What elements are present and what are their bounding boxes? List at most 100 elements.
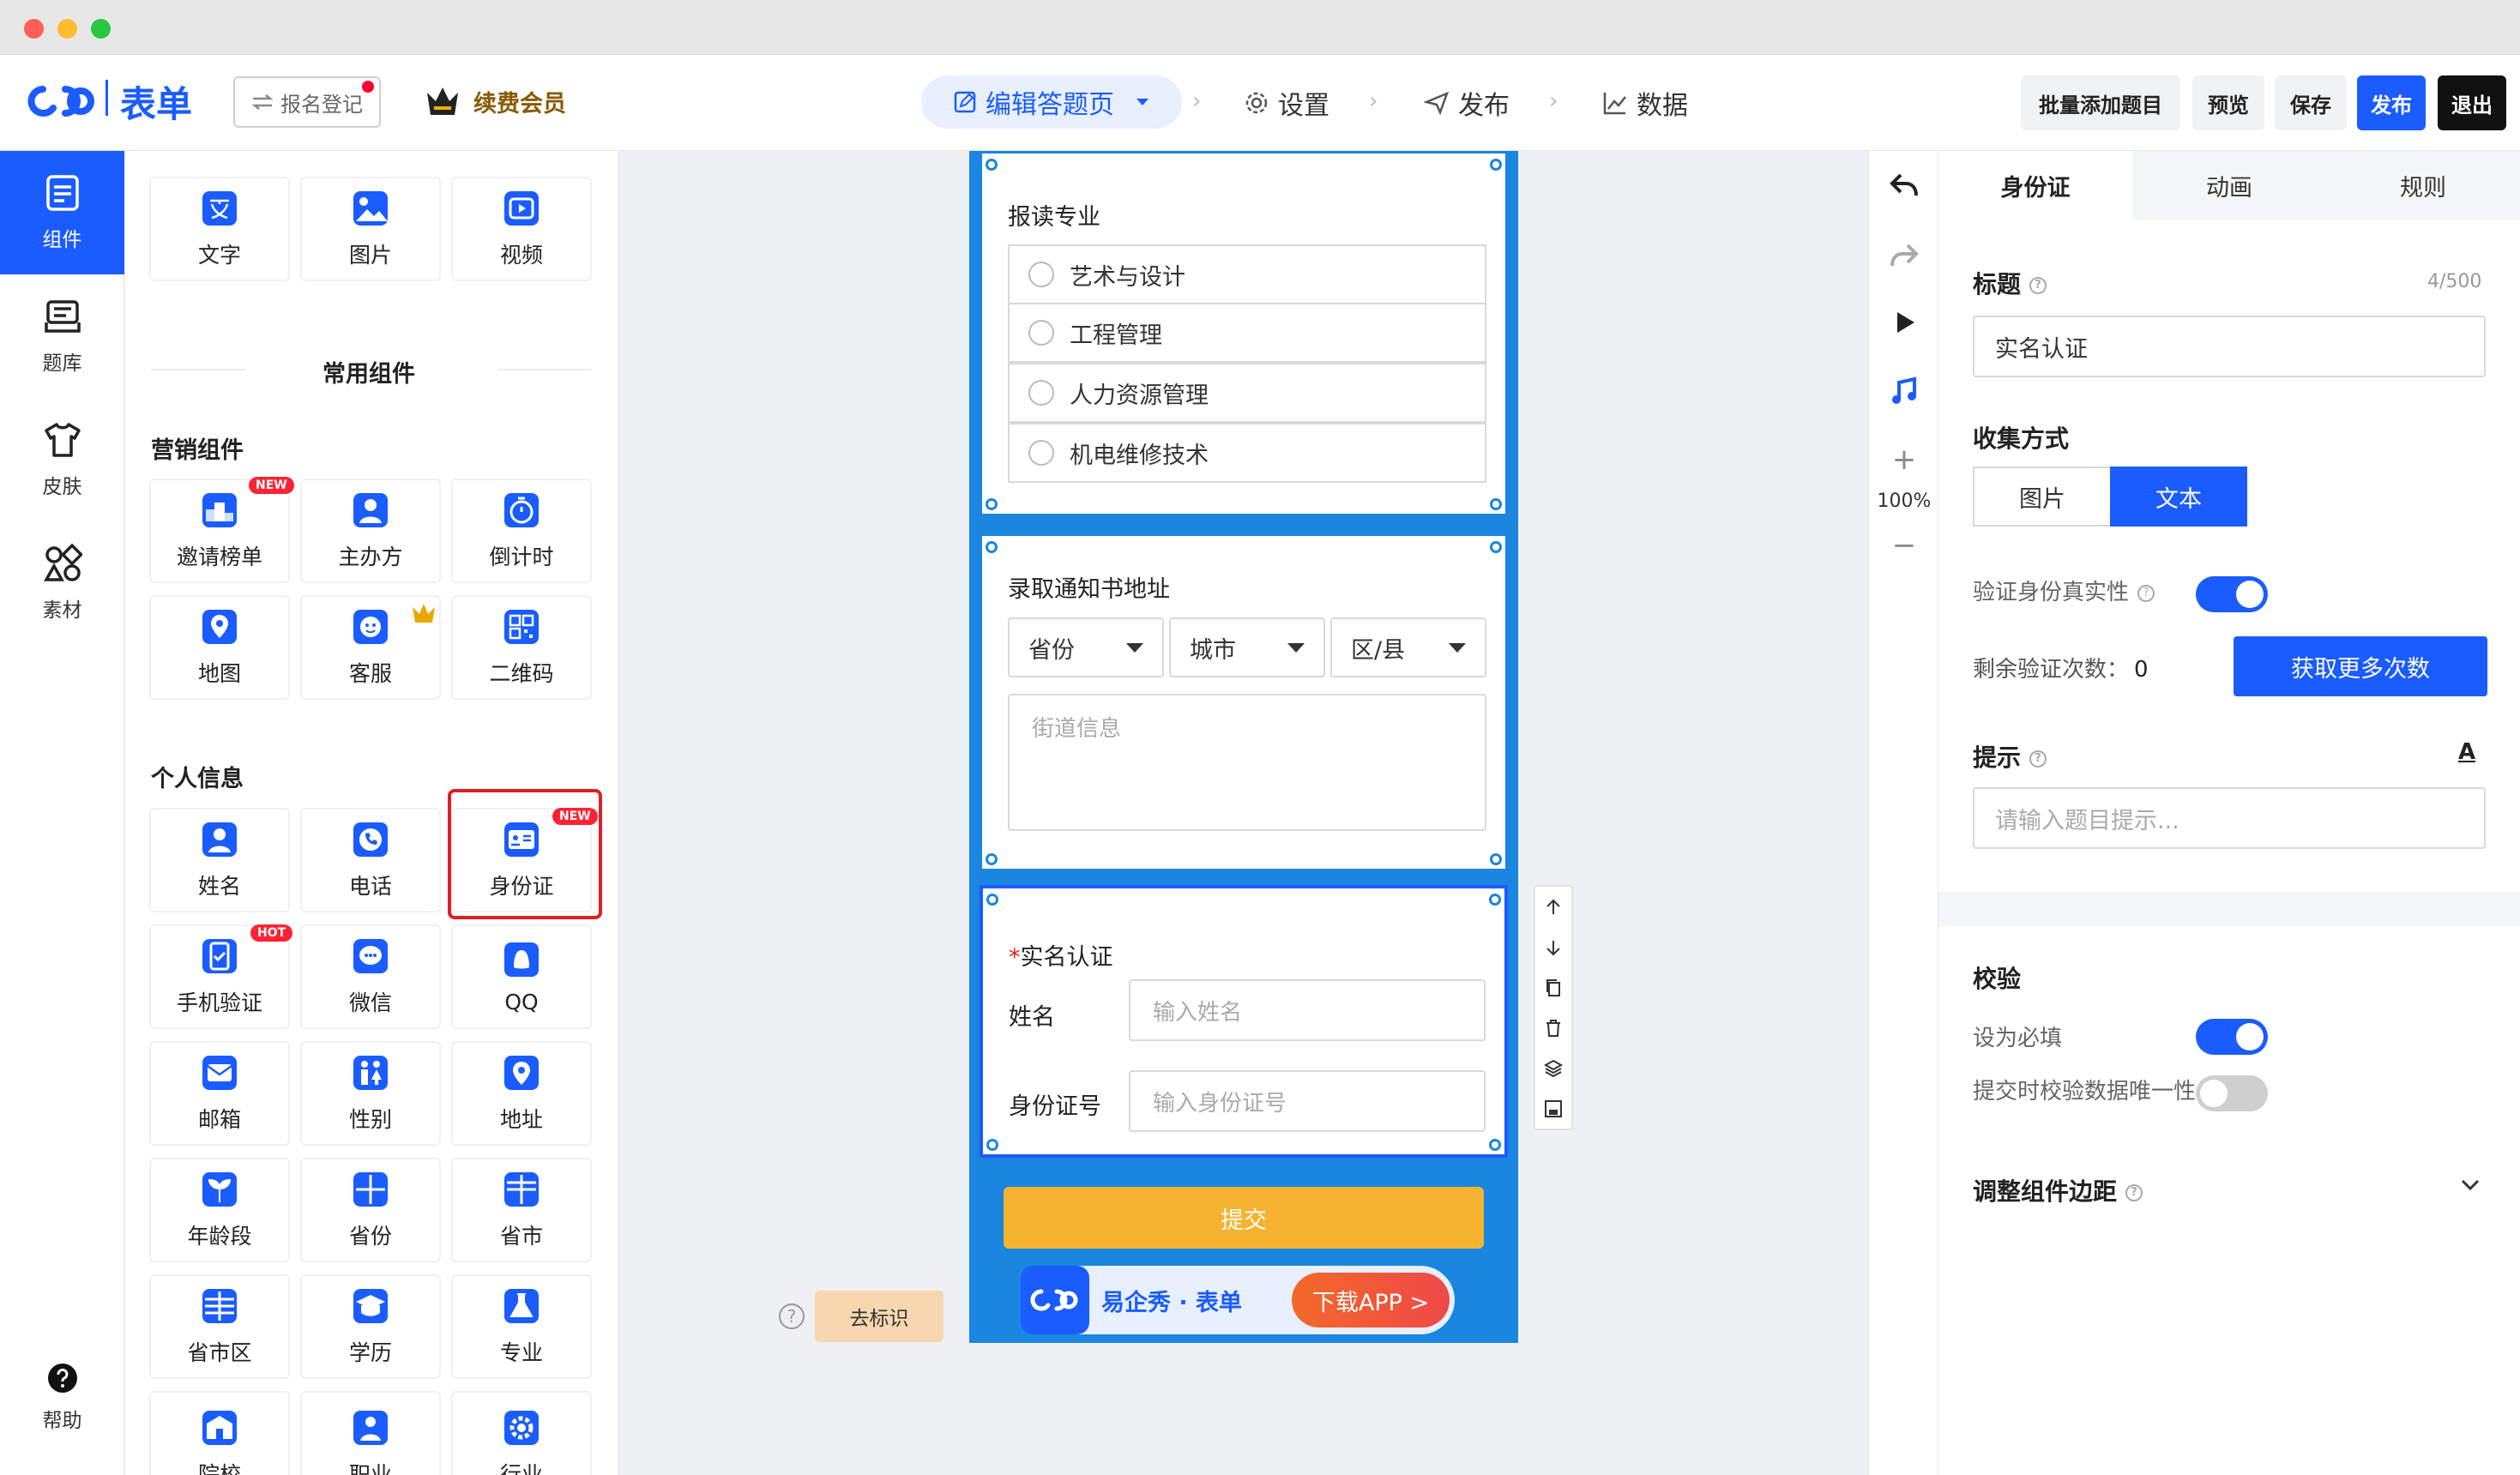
- street-input[interactable]: 街道信息: [1008, 694, 1486, 831]
- component-gender[interactable]: 性别: [300, 1041, 441, 1146]
- maximize-window-button[interactable]: [91, 19, 111, 39]
- resize-handle[interactable]: [986, 894, 998, 906]
- chevron-down-icon[interactable]: [2460, 1178, 2481, 1192]
- download-app-button[interactable]: 下载APP >: [1292, 1273, 1450, 1328]
- title-input[interactable]: 实名认证: [1973, 316, 2486, 377]
- question-mark-icon[interactable]: ?: [2137, 584, 2155, 602]
- copy-icon[interactable]: [1543, 978, 1564, 998]
- publish-button[interactable]: 发布: [2357, 75, 2426, 130]
- nav-settings[interactable]: 设置: [1244, 84, 1329, 122]
- component-address[interactable]: 地址: [451, 1041, 592, 1146]
- required-toggle[interactable]: [2196, 1019, 2268, 1055]
- component-education[interactable]: 学历: [300, 1274, 441, 1379]
- rail-material[interactable]: 素材: [0, 521, 124, 645]
- option-item[interactable]: 机电维修技术: [1008, 423, 1486, 483]
- option-item[interactable]: 艺术与设计: [1008, 244, 1486, 304]
- music-note-icon[interactable]: [1887, 374, 1921, 408]
- component-map[interactable]: 地图: [149, 595, 290, 700]
- component-video[interactable]: 视频: [451, 177, 592, 281]
- component-image[interactable]: 图片: [300, 177, 441, 281]
- collect-image-option[interactable]: 图片: [1973, 467, 2110, 527]
- component-invite-rank[interactable]: 邀请榜单: [149, 479, 290, 583]
- resize-handle[interactable]: [1490, 498, 1502, 510]
- radio-button[interactable]: [1028, 440, 1054, 466]
- component-qrcode[interactable]: 二维码: [451, 595, 592, 700]
- zoom-in-button[interactable]: +: [1887, 442, 1921, 477]
- arrow-down-icon[interactable]: [1543, 937, 1564, 958]
- tab-animation[interactable]: 动画: [2132, 151, 2326, 220]
- component-text[interactable]: 文字: [149, 177, 290, 281]
- component-province[interactable]: 省份: [300, 1158, 441, 1262]
- undo-icon[interactable]: [1887, 168, 1921, 202]
- question-card-real-name[interactable]: *实名认证 姓名 输入姓名 身份证号 输入身份证号: [980, 885, 1508, 1158]
- component-province-city-district[interactable]: 省市区: [149, 1274, 290, 1379]
- question-card-address[interactable]: 录取通知书地址 省份 城市 区/县 街道信息: [980, 533, 1508, 871]
- question-mark-icon[interactable]: ?: [2029, 277, 2047, 294]
- question-mark-icon[interactable]: ?: [2029, 750, 2047, 768]
- name-input[interactable]: 输入姓名: [1129, 979, 1486, 1041]
- resize-handle[interactable]: [1490, 159, 1502, 171]
- vip-renew-button[interactable]: 续费会员: [424, 84, 566, 118]
- resize-handle[interactable]: [1489, 1139, 1501, 1151]
- layers-icon[interactable]: [1543, 1058, 1564, 1079]
- rail-help[interactable]: 帮助: [0, 1346, 124, 1449]
- nav-data[interactable]: 数据: [1602, 84, 1688, 122]
- radio-button[interactable]: [1028, 320, 1054, 346]
- resize-handle[interactable]: [1490, 853, 1502, 865]
- arrow-up-icon[interactable]: [1543, 897, 1564, 918]
- radio-button[interactable]: [1028, 262, 1054, 287]
- question-card-major[interactable]: 报读专业 艺术与设计 工程管理 人力资源管理 机电维修技术: [980, 151, 1508, 516]
- preview-button[interactable]: 预览: [2192, 75, 2264, 130]
- trash-icon[interactable]: [1543, 1018, 1564, 1039]
- save-icon[interactable]: [1543, 1099, 1564, 1119]
- province-select[interactable]: 省份: [1008, 617, 1164, 677]
- close-window-button[interactable]: [24, 19, 44, 39]
- district-select[interactable]: 区/县: [1330, 617, 1486, 677]
- minimize-window-button[interactable]: [57, 19, 77, 39]
- component-email[interactable]: 邮箱: [149, 1041, 290, 1146]
- rail-skin[interactable]: 皮肤: [0, 398, 124, 521]
- rail-question-bank[interactable]: 题库: [0, 274, 124, 398]
- resize-handle[interactable]: [1489, 894, 1501, 906]
- get-more-button[interactable]: 获取更多次数: [2234, 636, 2487, 696]
- exit-button[interactable]: 退出: [2438, 75, 2506, 130]
- font-style-icon[interactable]: A: [2458, 739, 2475, 765]
- component-qq[interactable]: QQ: [451, 924, 592, 1029]
- question-mark-icon[interactable]: ?: [2125, 1184, 2143, 1201]
- collect-text-option[interactable]: 文本: [2110, 467, 2247, 527]
- component-name[interactable]: 姓名: [149, 808, 290, 912]
- component-province-city[interactable]: 省市: [451, 1158, 592, 1262]
- tab-rules[interactable]: 规则: [2326, 151, 2520, 220]
- resize-handle[interactable]: [1490, 541, 1502, 553]
- redo-icon[interactable]: [1887, 237, 1921, 271]
- option-item[interactable]: 人力资源管理: [1008, 363, 1486, 423]
- tab-id-card[interactable]: 身份证: [1938, 151, 2132, 220]
- nav-edit-page[interactable]: 编辑答题页: [921, 75, 1182, 129]
- play-icon[interactable]: [1887, 305, 1921, 340]
- verify-toggle[interactable]: [2196, 576, 2268, 612]
- project-name-button[interactable]: 报名登记: [233, 76, 381, 128]
- component-occupation[interactable]: 职业: [300, 1391, 441, 1475]
- component-age-range[interactable]: 年龄段: [149, 1158, 290, 1262]
- brand-banner[interactable]: 易企秀 · 表单 下载APP >: [1021, 1266, 1455, 1334]
- component-phone[interactable]: 电话: [300, 808, 441, 912]
- nav-publish[interactable]: 发布: [1424, 84, 1510, 122]
- city-select[interactable]: 城市: [1169, 617, 1325, 677]
- component-wechat[interactable]: 微信: [300, 924, 441, 1029]
- resize-handle[interactable]: [986, 541, 998, 553]
- save-button[interactable]: 保存: [2275, 75, 2347, 130]
- zoom-out-button[interactable]: −: [1887, 528, 1921, 563]
- help-icon[interactable]: ?: [779, 1303, 805, 1329]
- submit-button[interactable]: 提交: [1004, 1187, 1484, 1249]
- option-item[interactable]: 工程管理: [1008, 303, 1486, 363]
- tip-input[interactable]: 请输入题目提示...: [1973, 787, 2486, 849]
- component-major[interactable]: 专业: [451, 1274, 592, 1379]
- resize-handle[interactable]: [986, 853, 998, 865]
- resize-handle[interactable]: [986, 1139, 998, 1151]
- id-number-input[interactable]: 输入身份证号: [1129, 1070, 1486, 1132]
- batch-add-button[interactable]: 批量添加题目: [2021, 75, 2180, 130]
- component-organizer[interactable]: 主办方: [300, 479, 441, 583]
- resize-handle[interactable]: [986, 498, 998, 510]
- unique-toggle[interactable]: [2196, 1075, 2268, 1111]
- radio-button[interactable]: [1028, 380, 1054, 406]
